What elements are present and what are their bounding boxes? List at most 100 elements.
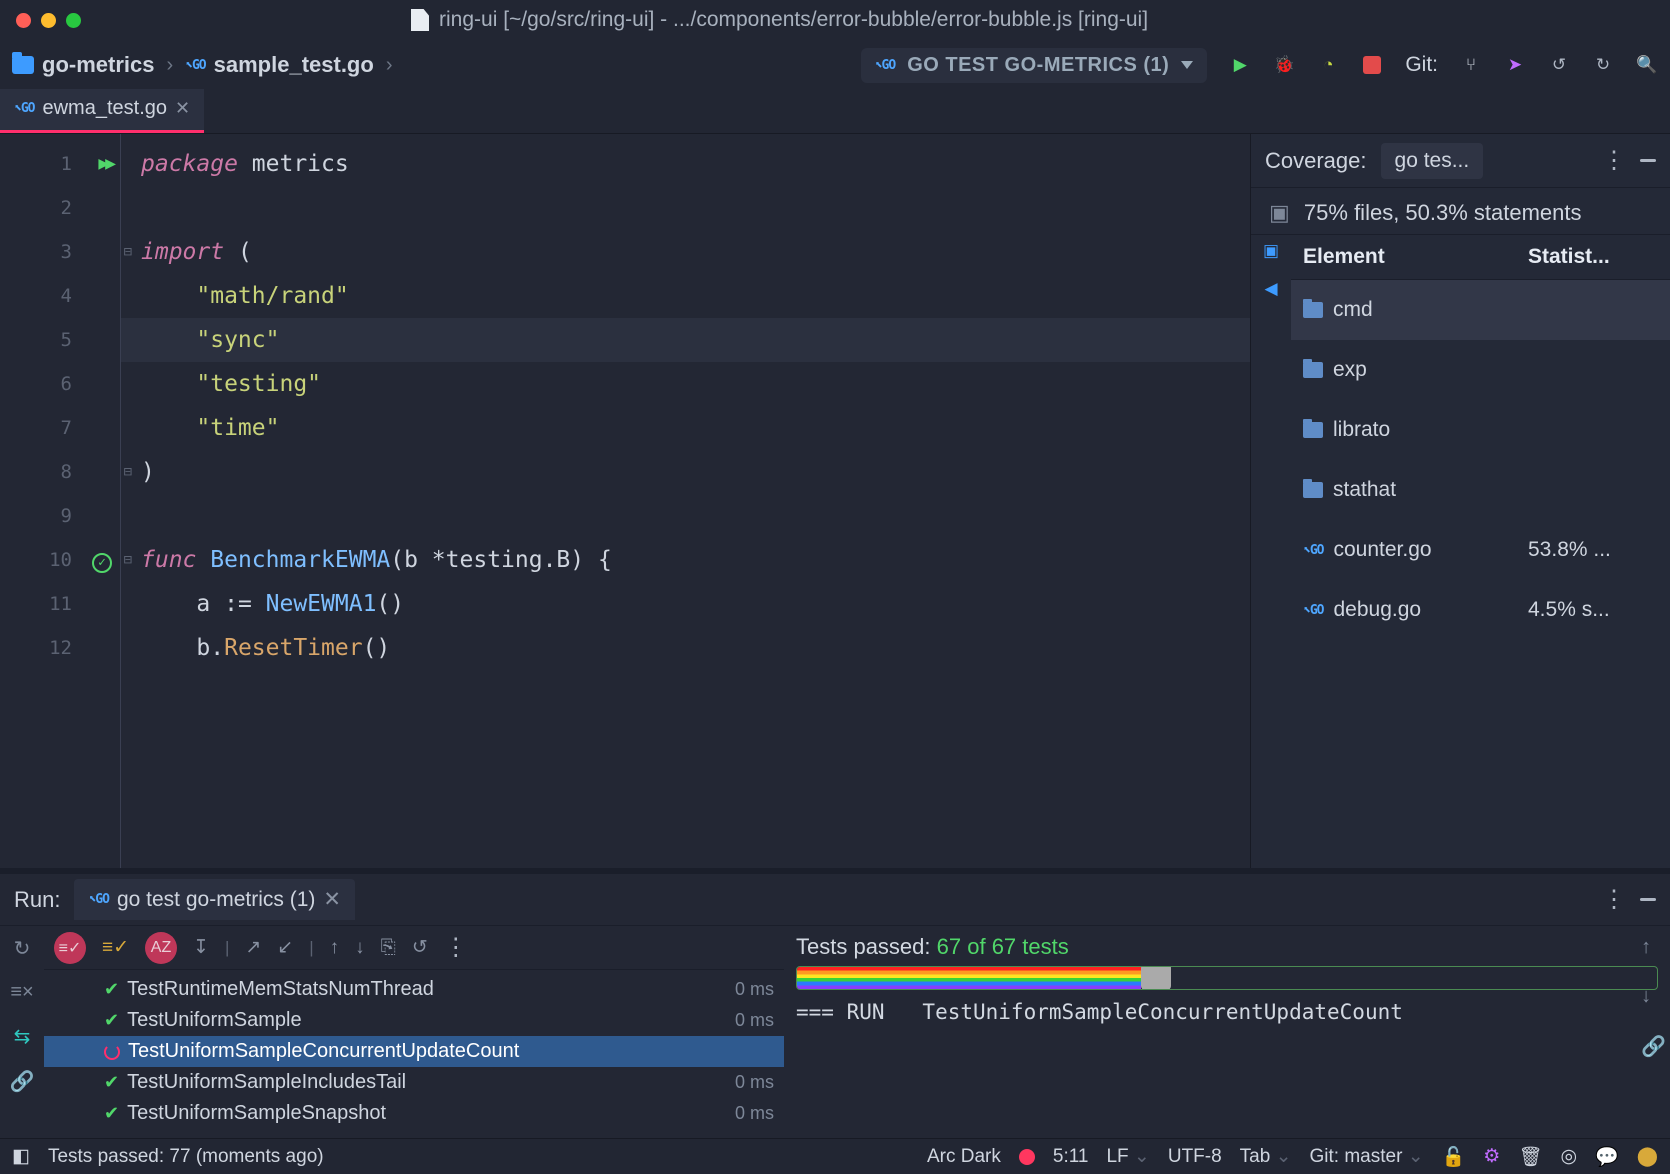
go-file-icon: ⬉GO [185,58,205,73]
close-run-tab-icon[interactable]: ✕ [323,887,341,912]
test-row[interactable]: ✔TestUniformSampleIncludesTail0 ms [44,1067,784,1098]
coverage-row[interactable]: exp [1291,340,1670,400]
coverage-row[interactable]: librato [1291,400,1670,460]
project-folder-icon[interactable] [12,56,34,74]
tests-passed-summary: Tests passed: 67 of 67 tests [796,934,1658,960]
next-failed-icon[interactable]: ↓ [355,937,365,959]
passed-prefix: Tests passed: [796,934,937,959]
test-row[interactable]: ✔TestUniformSampleSnapshot0 ms [44,1098,784,1129]
hide-tool-windows-icon[interactable]: ◧ [12,1145,30,1168]
settings-gear-icon[interactable]: ⚙ [1483,1145,1500,1168]
passed-count: 67 [937,934,961,959]
status-bar: ◧ Tests passed: 77 (moments ago) Arc Dar… [0,1138,1670,1174]
editor-tabs: ⬉GO ewma_test.go ✕ [0,90,1670,134]
tab-ewma-test[interactable]: ⬉GO ewma_test.go ✕ [0,89,204,133]
git-branch[interactable]: Git: master ⌄ [1310,1145,1424,1168]
commit-push-icon[interactable]: ➤ [1504,54,1526,76]
ide-update-icon[interactable]: ⬤ [1637,1145,1658,1168]
close-tab-icon[interactable]: ✕ [175,98,190,119]
run-button[interactable]: ▶ [1229,54,1251,76]
breadcrumb-file[interactable]: sample_test.go [214,52,374,78]
memory-indicator-icon[interactable]: 🗑 [1518,1145,1542,1169]
editor-code[interactable]: package metricsimport ( "math/rand" "syn… [120,134,1250,868]
scroll-up-icon[interactable]: ↑ [1641,936,1666,959]
scroll-down-icon[interactable]: ↓ [1641,985,1666,1008]
zoom-window-icon[interactable] [66,13,81,28]
export-icon[interactable]: ⎘ [381,937,396,959]
run-options-icon[interactable] [1602,885,1626,914]
window-controls [16,13,81,28]
flatten-icon[interactable]: ▣ [1269,200,1290,225]
chevron-down-icon [1181,61,1193,69]
inspections-icon[interactable]: ◎ [1560,1145,1577,1168]
prev-failed-icon[interactable]: ↑ [330,937,340,959]
terminal-icon[interactable]: ▣ [1263,241,1279,261]
passed-of: of 67 tests [961,934,1069,959]
toggle-auto-icon[interactable]: ⇆ [14,1024,31,1049]
history-tests-icon[interactable]: ↺ [412,936,428,959]
theme-color-icon [1019,1149,1035,1165]
test-row[interactable]: ✔TestUniformSample0 ms [44,1005,784,1036]
minimize-window-icon[interactable] [41,13,56,28]
document-icon [411,9,429,31]
run-tab[interactable]: ⬉GO go test go-metrics (1) ✕ [74,879,355,920]
test-row[interactable]: ✔TestRuntimeMemStatsNumThread0 ms [44,974,784,1005]
sort-duration-icon[interactable]: ↧ [193,936,209,959]
test-more-options-icon[interactable] [444,933,468,962]
lock-icon[interactable]: 🔓 [1442,1145,1466,1169]
branch-icon[interactable]: ⑂ [1460,54,1482,76]
indent-setting[interactable]: Tab ⌄ [1240,1145,1292,1168]
status-left: Tests passed: 77 (moments ago) [48,1146,324,1168]
breadcrumb-project[interactable]: go-metrics [42,52,154,78]
revert-icon[interactable]: ↻ [1592,54,1614,76]
run-tool-window: Run: ⬉GO go test go-metrics (1) ✕ ↻ ≡× ⇆… [0,868,1670,1138]
run-tab-label: go test go-metrics (1) [117,888,315,912]
file-encoding[interactable]: UTF-8 [1168,1146,1222,1168]
show-passed-icon[interactable]: ≡✓ [54,932,86,964]
stop-button[interactable] [1361,54,1383,76]
rerun-icon[interactable]: ↻ [14,936,31,961]
history-icon[interactable]: ↺ [1548,54,1570,76]
sort-icon[interactable]: AZ [145,932,177,964]
coverage-header-element[interactable]: Element [1303,245,1528,269]
coverage-row[interactable]: cmd [1291,280,1670,340]
coverage-row[interactable]: ⬉GOdebug.go4.5% s... [1291,580,1670,640]
progress-bar [796,966,1658,990]
expand-icon[interactable]: ↗ [245,936,261,959]
show-ignored-icon[interactable]: ≡✓ [102,936,129,959]
line-ending[interactable]: LF ⌄ [1106,1145,1149,1168]
caret-position[interactable]: 5:11 [1053,1146,1089,1168]
filter-icon[interactable]: ≡× [10,981,33,1004]
run-configuration-label: GO TEST GO-METRICS (1) [907,54,1169,77]
test-console-output[interactable]: === RUN TestUniformSampleConcurrentUpdat… [796,1000,1658,1024]
link-console-icon[interactable]: 🔗 [1641,1034,1666,1059]
test-toolbar: ≡✓ ≡✓ AZ ↧ | ↗ ↙ | ↑ ↓ ⎘ ↺ [44,926,784,970]
coverage-title: Coverage: [1265,148,1367,174]
coverage-button[interactable]: ◔ [1317,54,1339,76]
hide-panel-icon[interactable] [1640,159,1656,162]
coverage-row[interactable]: ⬉GOcounter.go53.8% ... [1291,520,1670,580]
toolbar: go-metrics › ⬉GO sample_test.go › ⬉GO GO… [0,40,1670,90]
coverage-suite-dropdown[interactable]: go tes... [1381,143,1484,179]
run-configuration-selector[interactable]: ⬉GO GO TEST GO-METRICS (1) [861,48,1208,83]
run-left-gutter: ↻ ≡× ⇆ 🔗 [0,926,44,1138]
feedback-icon[interactable]: 💬 [1595,1145,1619,1169]
coverage-row[interactable]: stathat [1291,460,1670,520]
link-icon[interactable]: 🔗 [10,1069,35,1094]
code-editor[interactable]: 1▶▶23⊟45678⊟910✓⊟1112 package metricsimp… [0,134,1250,868]
navigate-icon[interactable]: ◀ [1264,279,1277,299]
coverage-table: Element Statist... cmdexplibratostathat⬉… [1291,235,1670,868]
go-run-icon: ⬉GO [88,892,108,907]
close-window-icon[interactable] [16,13,31,28]
coverage-options-icon[interactable] [1602,146,1626,175]
test-tree[interactable]: ✔TestRuntimeMemStatsNumThread0 ms✔TestUn… [44,970,784,1138]
theme-indicator[interactable]: Arc Dark [927,1146,1001,1168]
window-title: ring-ui [~/go/src/ring-ui] - .../compone… [439,8,1148,32]
test-row[interactable]: TestUniformSampleConcurrentUpdateCount [44,1036,784,1067]
coverage-summary: 75% files, 50.3% statements [1304,200,1582,225]
debug-button[interactable]: 🐞 [1273,54,1295,76]
hide-run-panel-icon[interactable] [1640,898,1656,901]
collapse-icon[interactable]: ↙ [277,936,293,959]
coverage-header-statistics[interactable]: Statist... [1528,245,1658,269]
search-icon[interactable]: 🔍 [1636,54,1658,76]
